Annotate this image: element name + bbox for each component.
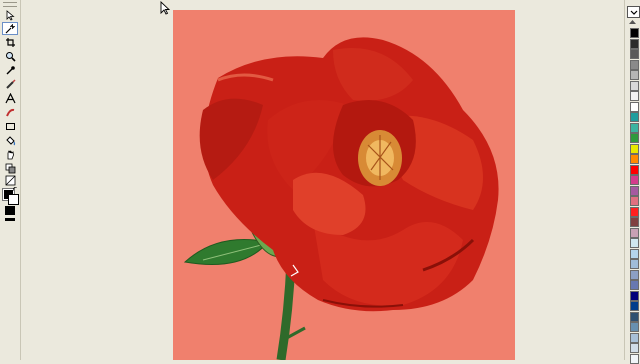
palette-color-swatch[interactable] (630, 133, 639, 143)
object-tool-icon (5, 175, 15, 185)
palette-color-swatch[interactable] (630, 164, 639, 175)
color-palette (624, 0, 640, 364)
crop-tool-button[interactable] (3, 36, 17, 48)
pick-tool-icon (6, 9, 15, 21)
rectangle-tool-icon (5, 122, 15, 130)
shape-tool-icon (5, 24, 15, 34)
palette-color-swatch[interactable] (630, 122, 639, 133)
palette-color-swatch[interactable] (630, 238, 639, 248)
smear-tool-icon (5, 108, 14, 116)
palette-menu-button[interactable] (627, 6, 640, 18)
palette-color-swatch[interactable] (630, 38, 639, 49)
palette-color-swatch[interactable] (630, 301, 639, 311)
palette-scroll-up-icon[interactable] (629, 20, 636, 24)
palette-color-swatch[interactable] (630, 280, 639, 290)
text-tool-button[interactable] (3, 92, 17, 104)
palette-color-swatch[interactable] (630, 290, 639, 301)
palette-color-swatch[interactable] (630, 112, 639, 122)
eyedropper-tool-button[interactable] (3, 64, 17, 76)
palette-color-swatch[interactable] (630, 311, 639, 322)
palette-color-swatch[interactable] (630, 91, 639, 101)
object-tool-button[interactable] (3, 174, 17, 186)
zoom-tool-icon (5, 51, 16, 62)
image-canvas[interactable] (173, 10, 515, 360)
toolbox-grip[interactable] (3, 2, 17, 7)
palette-color-swatch[interactable] (630, 227, 639, 238)
crop-tool-icon (5, 37, 15, 47)
toolbox (0, 0, 21, 360)
eyedropper-tool-icon (6, 65, 15, 74)
palette-color-swatch[interactable] (630, 353, 639, 364)
palette-color-swatch[interactable] (630, 269, 639, 280)
palette-color-swatch[interactable] (630, 217, 639, 227)
palette-color-swatch[interactable] (630, 49, 639, 59)
zoom-tool-button[interactable] (3, 50, 17, 62)
shape-tool-button[interactable] (2, 22, 18, 35)
palette-color-swatch[interactable] (630, 185, 639, 196)
rectangle-tool-button[interactable] (3, 120, 17, 132)
swap-colors-icon[interactable] (13, 187, 18, 192)
mask-mode-indicator (5, 218, 15, 221)
palette-color-swatch[interactable] (630, 28, 639, 38)
workspace (21, 0, 619, 360)
fill-tool-button[interactable] (3, 134, 17, 146)
smear-tool-button[interactable] (3, 106, 17, 118)
palette-color-swatch[interactable] (630, 343, 639, 353)
palette-color-swatch[interactable] (630, 332, 639, 343)
hand-tool-icon (7, 149, 14, 159)
clone-tool-icon (5, 163, 15, 173)
palette-color-swatch[interactable] (630, 59, 639, 70)
mask-mode-button[interactable] (5, 206, 15, 215)
palette-color-swatch[interactable] (630, 259, 639, 269)
text-tool-icon (4, 92, 16, 103)
palette-color-swatch[interactable] (630, 101, 639, 112)
paint-brush-tool-icon (5, 78, 16, 89)
hand-tool-button[interactable] (3, 148, 17, 160)
palette-color-swatch[interactable] (630, 248, 639, 259)
pick-tool-button[interactable] (3, 9, 17, 21)
palette-color-swatch[interactable] (630, 322, 639, 332)
palette-color-swatch[interactable] (630, 80, 639, 91)
clone-tool-button[interactable] (3, 162, 17, 174)
palette-color-swatch[interactable] (630, 196, 639, 206)
mouse-cursor-icon (160, 1, 170, 15)
background-color-swatch[interactable] (8, 194, 19, 205)
fill-tool-icon (5, 135, 15, 145)
palette-color-swatch[interactable] (630, 206, 639, 217)
palette-color-swatch[interactable] (630, 70, 639, 80)
paint-brush-tool-button[interactable] (3, 78, 17, 90)
palette-color-swatch[interactable] (630, 154, 639, 164)
palette-color-swatch[interactable] (630, 143, 639, 154)
red-rose-flower-icon (183, 37, 499, 360)
palette-color-swatch[interactable] (630, 175, 639, 185)
palette-menu-icon (630, 10, 637, 15)
